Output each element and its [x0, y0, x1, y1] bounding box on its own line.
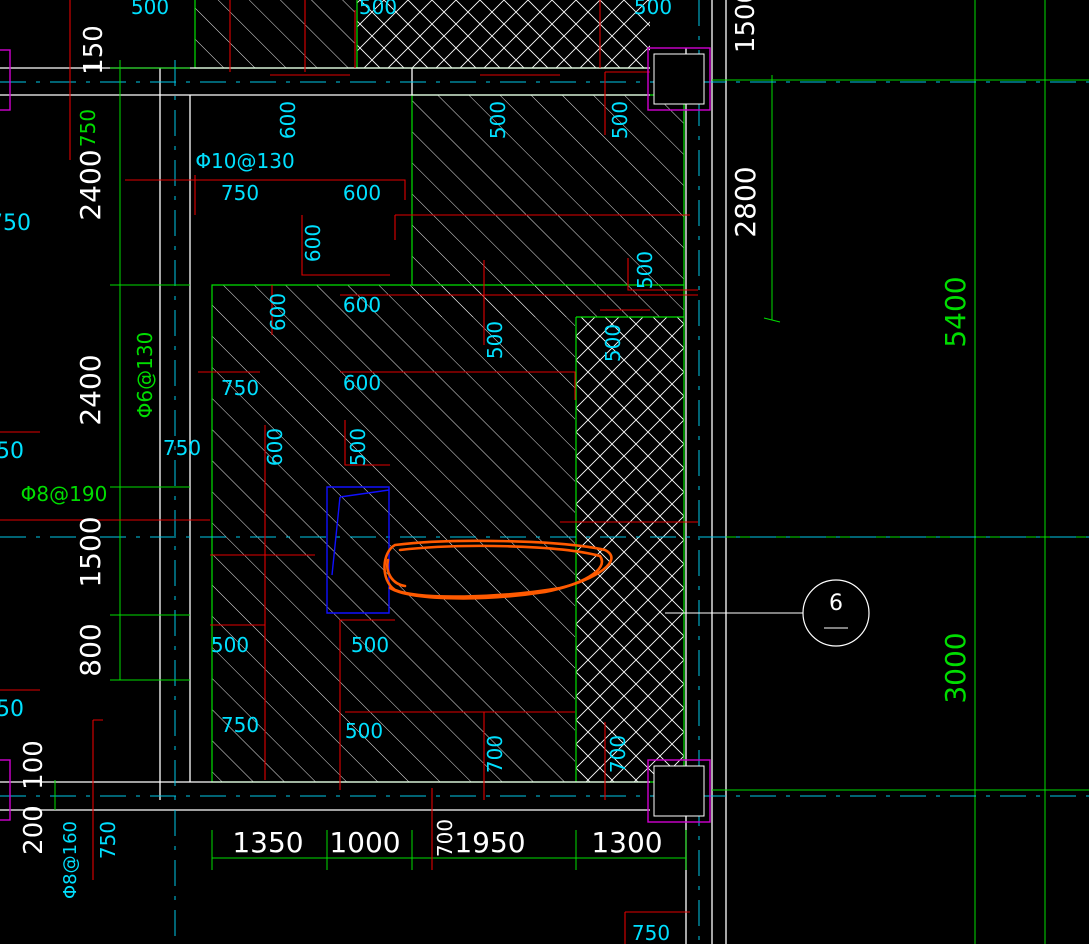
- left-dim: 800: [74, 623, 107, 676]
- slab-label: 600: [276, 101, 300, 139]
- grid-h: [712, 79, 1089, 791]
- top-label: 500: [359, 0, 397, 19]
- slab-label: 600: [343, 293, 381, 317]
- rebar-spec: Φ10@130: [195, 149, 294, 173]
- hatch-top-mid: [357, 0, 650, 68]
- left-dim: 750: [76, 109, 100, 147]
- bottom-dim: 1350: [232, 826, 303, 859]
- slab-label: 700: [483, 735, 507, 773]
- bottom-dim: 750: [632, 921, 670, 944]
- bubble-number: 6: [829, 591, 843, 616]
- grid-v: [974, 0, 1046, 944]
- slab-label: 500: [486, 101, 510, 139]
- slab-label: 500: [346, 428, 370, 466]
- column-bottom-right-inner: [653, 765, 705, 817]
- slab-label: 600: [343, 371, 381, 395]
- left-dim: 2400: [74, 354, 107, 425]
- hatch-right-cross: [576, 317, 684, 782]
- slab-label: 500: [351, 633, 389, 657]
- right-dim: 5400: [939, 276, 972, 347]
- cad-drawing-canvas[interactable]: 6 500 500 500 15001507502400240015008001002…: [0, 0, 1089, 944]
- slab-label: 750: [163, 436, 201, 460]
- top-label: 500: [131, 0, 169, 19]
- left-dim: 100: [19, 740, 49, 790]
- dim-2800: [763, 75, 781, 323]
- bottom-rebar-label: Φ8@160: [60, 821, 81, 899]
- right-dim: 2800: [729, 166, 762, 237]
- slab-label: 500: [211, 633, 249, 657]
- left-edge-label: 750: [0, 211, 31, 236]
- slab-label: 600: [343, 181, 381, 205]
- top-label: 500: [634, 0, 672, 19]
- right-dim: 3000: [939, 632, 972, 703]
- left-dim: 2400: [74, 149, 107, 220]
- column-left-bottom: [0, 759, 11, 821]
- bottom-rebar-label: 750: [96, 821, 120, 859]
- bottom-dim: 1300: [591, 826, 662, 859]
- left-dim: 150: [79, 25, 109, 75]
- column-top-right-inner: [653, 53, 705, 105]
- bottom-dim: 1000: [329, 826, 400, 859]
- hatch-top-left: [195, 0, 355, 68]
- slab-label: 750: [221, 713, 259, 737]
- slab-label: 500: [345, 719, 383, 743]
- slab-label: 500: [608, 101, 632, 139]
- slab-label: 750: [221, 376, 259, 400]
- slab-label: 600: [263, 428, 287, 466]
- right-grid: [712, 0, 1089, 944]
- hatch-center: [212, 285, 575, 782]
- axis-bubble-6[interactable]: 6: [665, 579, 870, 647]
- left-edge-label: 50: [0, 697, 24, 722]
- left-dim: 200: [19, 805, 49, 855]
- bottom-dim: 1950: [454, 826, 525, 859]
- rebar-spec: Φ6@130: [133, 332, 157, 419]
- left-edge-label: 50: [0, 439, 24, 464]
- slab-label: 500: [601, 324, 625, 362]
- slab-label: 500: [633, 251, 657, 289]
- slab-label: 600: [301, 224, 325, 262]
- slab-label: 500: [483, 321, 507, 359]
- left-dim: 1500: [74, 516, 107, 587]
- slab-label: 750: [221, 181, 259, 205]
- top-label: 1500: [731, 0, 761, 53]
- slab-label: 600: [266, 293, 290, 331]
- slab-label: 700: [606, 735, 630, 773]
- column-left-top: [0, 49, 11, 111]
- rebar-spec: Φ8@190: [21, 482, 108, 506]
